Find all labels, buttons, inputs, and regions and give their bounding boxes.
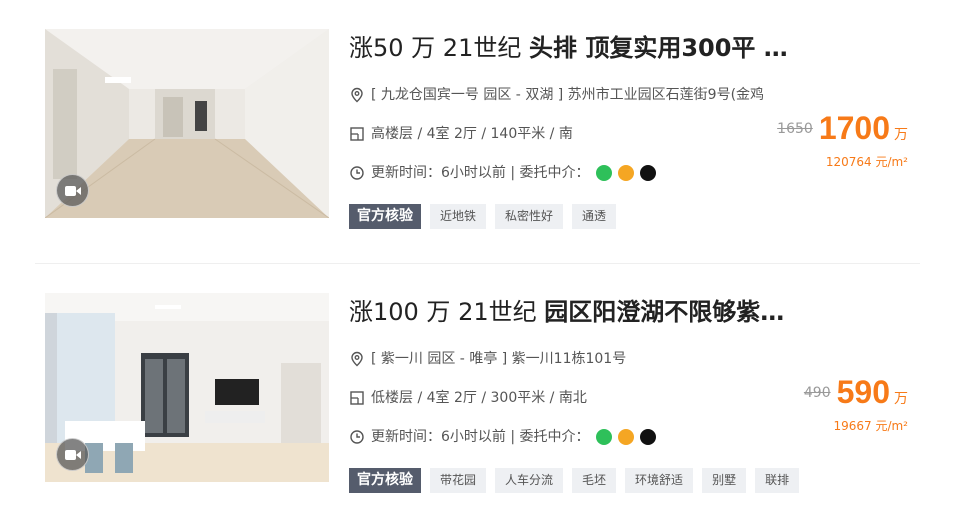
unit-price: 120764 元/m²: [825, 155, 908, 169]
video-tour-icon[interactable]: [56, 438, 89, 471]
listing-photo[interactable]: [45, 293, 329, 482]
tag-list: 官方核验 带花园 人车分流 毛坯 环境舒适 别墅 联排: [349, 468, 800, 493]
update-row: 更新时间：6小时以前 | 委托中介：: [349, 428, 656, 446]
agency-beike-icon[interactable]: [639, 165, 656, 181]
listing-card[interactable]: 涨50 万 21世纪 头排 顶复实用300平 … [ 九龙仓国宾一号 园区 - …: [0, 0, 960, 263]
layout-text: 高楼层 / 4室 2厅 / 140平米 / 南: [371, 126, 573, 142]
video-tour-icon[interactable]: [56, 174, 89, 207]
location-row: [ 紫一川 园区 - 唯亭 ] 紫一川11栋101号: [349, 350, 626, 368]
title-main: 头排 顶复实用300平 …: [528, 34, 788, 62]
agency-21century-icon[interactable]: [617, 429, 634, 445]
old-price: 490: [803, 385, 831, 401]
tag-item: 近地铁: [430, 204, 487, 229]
layout-text: 低楼层 / 4室 2厅 / 300平米 / 南北: [371, 390, 587, 406]
agency-beike-icon[interactable]: [639, 429, 656, 445]
price-box: 490 590 万: [804, 374, 908, 411]
agency-21century-icon[interactable]: [617, 165, 634, 181]
price-unit: 万: [894, 391, 908, 407]
update-text: 更新时间：6小时以前 | 委托中介：: [371, 429, 590, 445]
tag-item: 毛坯: [572, 468, 617, 493]
floorplan-icon: [350, 391, 364, 405]
tag-item: 人车分流: [495, 468, 564, 493]
location-row: [ 九龙仓国宾一号 园区 - 双湖 ] 苏州市工业园区石莲街9号(金鸡: [349, 86, 764, 104]
listing-photo[interactable]: [45, 29, 329, 218]
listing-title[interactable]: 涨50 万 21世纪 头排 顶复实用300平 …: [349, 34, 819, 62]
tag-item: 别墅: [702, 468, 747, 493]
tag-official-verified: 官方核验: [349, 468, 421, 493]
location-pin-icon: [351, 87, 363, 103]
layout-row: 低楼层 / 4室 2厅 / 300平米 / 南北: [349, 389, 587, 407]
tag-official-verified: 官方核验: [349, 204, 421, 229]
title-prefix: 涨50 万 21世纪: [349, 34, 522, 62]
agency-lianjia-icon[interactable]: [595, 429, 612, 445]
tag-item: 私密性好: [495, 204, 564, 229]
unit-price: 19667 元/m²: [833, 419, 908, 433]
agency-lianjia-icon[interactable]: [595, 165, 612, 181]
clock-icon: [350, 166, 364, 180]
tag-item: 环境舒适: [625, 468, 694, 493]
location-text[interactable]: [ 九龙仓国宾一号 园区 - 双湖 ] 苏州市工业园区石莲街9号(金鸡: [371, 86, 764, 104]
listing-card[interactable]: 涨100 万 21世纪 园区阳澄湖不限够紫… [ 紫一川 园区 - 唯亭 ] 紫…: [0, 264, 960, 511]
location-text[interactable]: [ 紫一川 园区 - 唯亭 ] 紫一川11栋101号: [371, 350, 626, 368]
tag-item: 通透: [572, 204, 617, 229]
clock-icon: [350, 430, 364, 444]
price-unit: 万: [894, 127, 908, 143]
update-row: 更新时间：6小时以前 | 委托中介：: [349, 164, 656, 182]
floorplan-icon: [350, 127, 364, 141]
tag-item: 带花园: [430, 468, 487, 493]
old-price: 1650: [777, 121, 813, 137]
tag-item: 联排: [755, 468, 800, 493]
title-main: 园区阳澄湖不限够紫…: [544, 298, 785, 326]
price-box: 1650 1700 万: [777, 110, 908, 147]
total-price: 590: [836, 374, 890, 410]
tag-list: 官方核验 近地铁 私密性好 通透: [349, 204, 617, 229]
location-pin-icon: [351, 351, 363, 367]
layout-row: 高楼层 / 4室 2厅 / 140平米 / 南: [349, 125, 573, 143]
total-price: 1700: [818, 110, 890, 146]
update-text: 更新时间：6小时以前 | 委托中介：: [371, 165, 590, 181]
title-prefix: 涨100 万 21世纪: [349, 298, 537, 326]
listing-title[interactable]: 涨100 万 21世纪 园区阳澄湖不限够紫…: [349, 298, 819, 326]
